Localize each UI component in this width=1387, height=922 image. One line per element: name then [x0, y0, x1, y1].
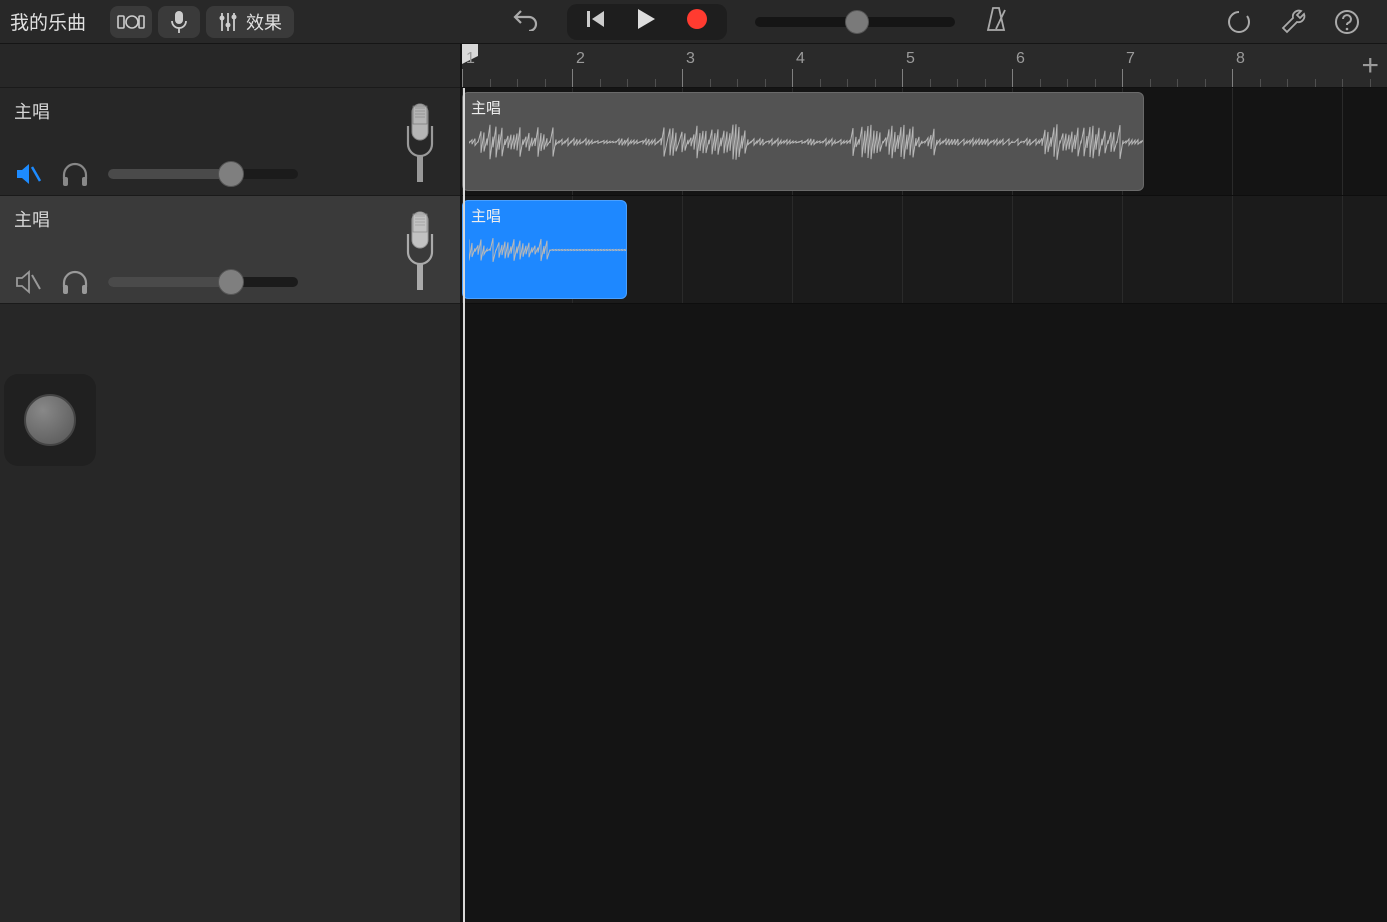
ruler-number: 8 — [1236, 50, 1245, 68]
play-icon[interactable] — [635, 7, 657, 36]
help-icon[interactable] — [1333, 8, 1361, 36]
mute-icon[interactable] — [14, 269, 42, 295]
zoom-slider[interactable] — [755, 17, 955, 27]
ruler-number: 1 — [466, 50, 475, 68]
headphones-icon[interactable] — [60, 269, 90, 295]
tracks-view-icon[interactable] — [110, 6, 152, 38]
timeline-area[interactable]: 1 2 3 4 5 6 7 8 + 主唱 主唱 — [462, 44, 1387, 922]
track-row[interactable]: 主唱 — [462, 196, 1387, 304]
track-controls — [14, 161, 446, 187]
track-controls — [14, 269, 446, 295]
volume-slider[interactable] — [108, 277, 298, 287]
sliders-icon — [218, 11, 238, 33]
audio-region[interactable]: 主唱 — [462, 200, 627, 299]
ruler-number: 2 — [576, 50, 585, 68]
region-label: 主唱 — [471, 205, 618, 226]
ruler-number: 5 — [906, 50, 915, 68]
undo-icon[interactable] — [511, 7, 539, 36]
knob-disc — [24, 394, 76, 446]
volume-thumb[interactable] — [218, 269, 244, 295]
song-title[interactable]: 我的乐曲 — [10, 8, 86, 35]
master-record-knob[interactable] — [4, 374, 96, 466]
track-row[interactable]: 主唱 — [462, 88, 1387, 196]
region-label: 主唱 — [471, 97, 1135, 118]
top-toolbar: 我的乐曲 效果 — [0, 0, 1387, 44]
add-track-icon[interactable]: + — [1361, 49, 1379, 83]
audio-region[interactable]: 主唱 — [462, 92, 1144, 191]
track-name-label: 主唱 — [14, 206, 446, 232]
ruler-number: 7 — [1126, 50, 1135, 68]
volume-slider[interactable] — [108, 169, 298, 179]
zoom-thumb[interactable] — [845, 10, 869, 34]
condenser-mic-icon — [390, 206, 450, 296]
toolbar-center — [294, 4, 1225, 40]
volume-fill — [108, 277, 232, 287]
volume-fill — [108, 169, 232, 179]
track-headers-sidebar: 主唱 主唱 — [0, 44, 462, 922]
toolbar-right — [1225, 8, 1387, 36]
headphones-icon[interactable] — [60, 161, 90, 187]
mic-input-group — [158, 6, 200, 38]
volume-thumb[interactable] — [218, 161, 244, 187]
effects-button[interactable]: 效果 — [206, 6, 294, 38]
loop-icon[interactable] — [1225, 8, 1253, 36]
settings-wrench-icon[interactable] — [1279, 8, 1307, 36]
playhead-line[interactable] — [463, 88, 465, 922]
condenser-mic-icon — [390, 98, 450, 188]
workspace: 主唱 主唱 — [0, 44, 1387, 922]
ruler-number: 6 — [1016, 50, 1025, 68]
transport-controls — [567, 4, 727, 40]
track-header[interactable]: 主唱 — [0, 88, 460, 196]
ruler-number: 4 — [796, 50, 805, 68]
track-header[interactable]: 主唱 — [0, 196, 460, 304]
go-to-start-icon[interactable] — [585, 8, 607, 35]
track-name-label: 主唱 — [14, 98, 446, 124]
metronome-icon[interactable] — [983, 5, 1009, 38]
record-icon[interactable] — [685, 7, 709, 36]
ruler-number: 3 — [686, 50, 695, 68]
mute-icon[interactable] — [14, 161, 42, 187]
toolbar-left: 我的乐曲 效果 — [0, 6, 294, 38]
ruler[interactable]: 1 2 3 4 5 6 7 8 + — [462, 44, 1387, 88]
microphone-icon[interactable] — [158, 6, 200, 38]
view-toggle-group — [110, 6, 152, 38]
sidebar-ruler-spacer — [0, 44, 460, 88]
effects-label: 效果 — [246, 9, 282, 35]
